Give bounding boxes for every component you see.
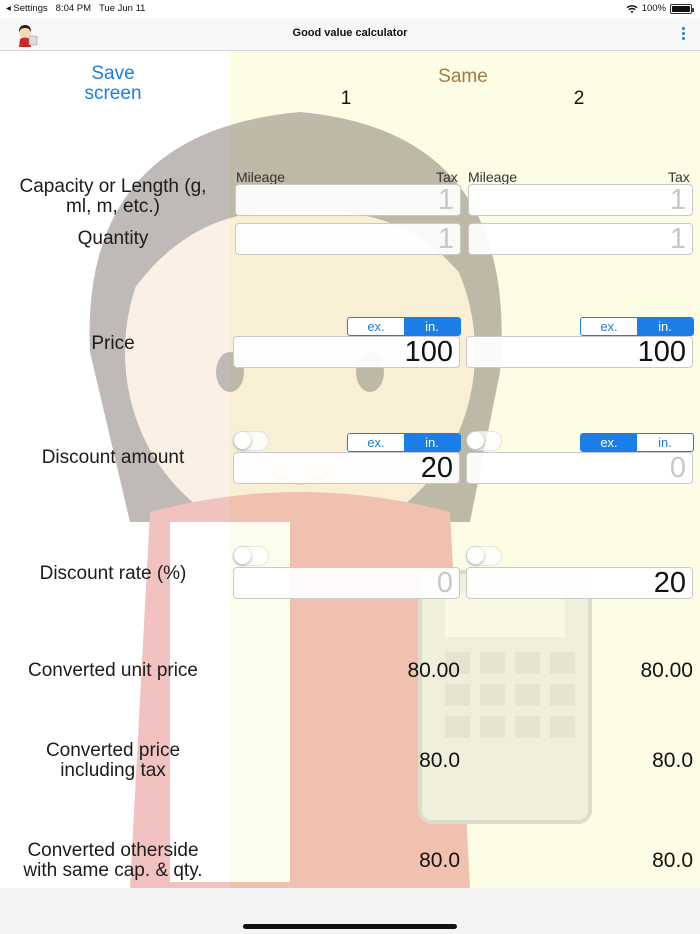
save-screen-button[interactable]: Save screen (60, 64, 166, 104)
status-bar: ◂ Settings 8:04 PM Tue Jun 11 100% (0, 0, 700, 18)
discount-amount-label: Discount amount (41, 447, 185, 468)
unit-price-label: Converted unit price (27, 660, 199, 681)
col1-capacity-input[interactable]: 1 (235, 184, 461, 216)
home-indicator[interactable] (243, 924, 457, 929)
col1-discount-amount-toggle[interactable] (233, 431, 269, 451)
status-left: ◂ Settings 8:04 PM Tue Jun 11 (6, 3, 145, 14)
battery-icon (670, 3, 694, 14)
col2-discount-tax-segment: ex. in. (580, 433, 694, 452)
col1-discount-amount-input[interactable]: 20 (233, 452, 460, 484)
col1-discount-rate-toggle[interactable] (233, 546, 269, 566)
col2-price-tax-segment: ex. in. (580, 317, 694, 336)
price-incl-label-line1: Converted price (45, 740, 181, 761)
status-date: Tue Jun 11 (98, 3, 146, 14)
more-vertical-icon[interactable] (680, 27, 686, 41)
col1-otherside-value: 80.0 (419, 849, 460, 872)
capacity-label: Capacity or Length (g, ml, m, etc.) (0, 177, 226, 217)
col2-price-input[interactable]: 100 (466, 336, 693, 368)
col2-discount-in-option[interactable]: in. (637, 434, 693, 451)
save-screen-label: screen (84, 83, 142, 104)
back-to-settings[interactable]: ◂ Settings (6, 3, 48, 14)
col2-discount-amount-toggle[interactable] (466, 431, 502, 451)
col2-discount-ex-option[interactable]: ex. (581, 434, 637, 451)
col1-discount-rate-input[interactable]: 0 (233, 567, 460, 599)
col1-price-ex-option[interactable]: ex. (348, 318, 404, 335)
nav-title: Good value calculator (292, 27, 408, 39)
col1-price-incl-value: 80.0 (419, 749, 460, 772)
col2-price-in-option[interactable]: in. (637, 318, 693, 335)
status-right: 100% (626, 3, 694, 14)
col2-discount-rate-toggle[interactable] (466, 546, 502, 566)
wifi-icon (626, 4, 638, 13)
col2-unit-price-value: 80.00 (640, 659, 693, 682)
capacity-label-line2: ml, m, etc.) (66, 196, 160, 217)
status-time: 8:04 PM (55, 3, 92, 14)
col1-tax-label: Tax (436, 169, 458, 185)
col2-quantity-input[interactable]: 1 (468, 223, 693, 255)
col2-capacity-input[interactable]: 1 (468, 184, 693, 216)
col2-mileage-label: Mileage (468, 169, 518, 185)
col1-price-input[interactable]: 100 (233, 336, 460, 368)
otherside-label-line2: with same cap. & qty. (23, 860, 203, 881)
col1-price-in-option[interactable]: in. (404, 318, 460, 335)
save-label: Save (91, 63, 135, 84)
col2-otherside-value: 80.0 (652, 849, 693, 872)
col1-discount-in-option[interactable]: in. (404, 434, 460, 451)
discount-rate-label: Discount rate (%) (39, 563, 187, 584)
price-incl-label-line2: including tax (60, 760, 166, 781)
capacity-label-line1: Capacity or Length (g, (19, 176, 207, 197)
col1-price-tax-segment: ex. in. (347, 317, 461, 336)
col1-discount-tax-segment: ex. in. (347, 433, 461, 452)
col1-unit-price-value: 80.00 (407, 659, 460, 682)
column-2-header: 2 (573, 88, 585, 109)
col1-discount-ex-option[interactable]: ex. (348, 434, 404, 451)
quantity-label: Quantity (77, 228, 149, 249)
column-1-header: 1 (340, 88, 352, 109)
col2-price-ex-option[interactable]: ex. (581, 318, 637, 335)
same-button[interactable]: Same (380, 66, 546, 88)
price-label: Price (91, 333, 135, 354)
otherside-label-line1: Converted otherside (27, 840, 199, 861)
col2-discount-rate-input[interactable]: 20 (466, 567, 693, 599)
otherside-label: Converted otherside with same cap. & qty… (0, 841, 226, 881)
col1-mileage-label: Mileage (236, 169, 286, 185)
col2-tax-label: Tax (668, 169, 690, 185)
navigation-bar: Good value calculator (0, 18, 700, 51)
col1-quantity-input[interactable]: 1 (235, 223, 461, 255)
price-incl-tax-label: Converted price including tax (0, 741, 226, 781)
battery-percent: 100% (641, 3, 666, 14)
calculator-content: Save screen Same 1 2 Capacity or Length … (0, 52, 700, 888)
col2-discount-amount-input[interactable]: 0 (466, 452, 693, 484)
col2-price-incl-value: 80.0 (652, 749, 693, 772)
